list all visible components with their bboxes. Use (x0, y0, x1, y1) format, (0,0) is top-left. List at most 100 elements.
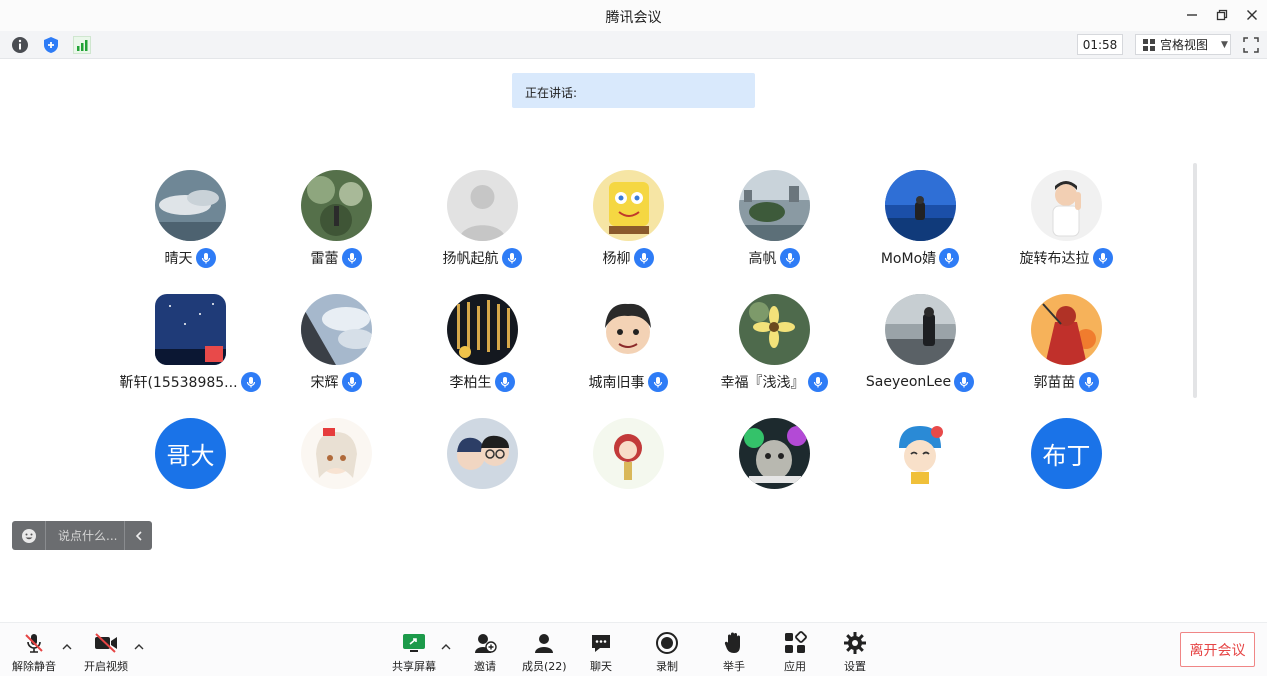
participant-tile[interactable]: 宋辉 (266, 284, 406, 392)
add-user-icon (472, 631, 498, 655)
avatar (739, 170, 810, 241)
participant-tile[interactable]: 扬帆起航 (412, 160, 552, 268)
participant-tile[interactable] (412, 408, 552, 498)
participant-tile[interactable]: 晴天 (120, 160, 260, 268)
participant-name: MoMo婧 (880, 251, 937, 267)
fullscreen-icon[interactable] (1242, 36, 1260, 54)
meeting-info-bar: 01:58 宫格视图 ▼ (0, 31, 1267, 59)
participant-name: 晴天 (164, 251, 193, 267)
apps-icon (782, 631, 808, 655)
members-button[interactable]: 成员(22) (522, 631, 567, 675)
bottom-toolbar: 解除静音 开启视频 共享屏幕 邀请 成员(22) 聊天 录制 举手 应用 设置 (0, 622, 1267, 676)
mic-icon (494, 372, 515, 392)
title-bar: 腾讯会议 (0, 0, 1267, 31)
apps-button[interactable]: 应用 (782, 631, 808, 675)
record-button[interactable]: 录制 (654, 631, 680, 675)
participant-tile[interactable] (850, 408, 990, 498)
avatar: 布丁 (1031, 418, 1102, 489)
signal-icon[interactable] (73, 36, 91, 54)
members-icon (531, 631, 557, 655)
participant-tile[interactable]: SaeyeonLee (850, 284, 990, 392)
chat-button[interactable]: 聊天 (588, 631, 614, 675)
participant-tile[interactable]: 杨柳 (558, 160, 698, 268)
participant-name: 郭苗苗 (1033, 375, 1076, 391)
participant-tile[interactable] (558, 408, 698, 498)
mic-icon (939, 248, 960, 268)
invite-button[interactable]: 邀请 (472, 631, 498, 675)
avatar (301, 418, 372, 489)
participant-tile[interactable]: 郭苗苗 (996, 284, 1136, 392)
view-label: 宫格视图 (1160, 38, 1209, 52)
leave-meeting-button[interactable]: 离开会议 (1180, 632, 1255, 667)
mic-muted-icon (21, 631, 47, 655)
participant-name: 杨柳 (602, 251, 631, 267)
participant-tile[interactable]: 哥大 (120, 408, 260, 498)
avatar (155, 170, 226, 241)
raise-hand-button[interactable]: 举手 (721, 631, 747, 675)
avatar (447, 294, 518, 365)
gear-icon (842, 631, 868, 655)
participant-name: 靳轩(15538985... (119, 375, 238, 391)
share-screen-button[interactable]: 共享屏幕 (392, 631, 436, 675)
participant-name: 幸福『浅浅』 (720, 375, 805, 391)
info-icon[interactable] (11, 36, 29, 54)
mic-icon (195, 248, 216, 268)
participant-tile[interactable]: 幸福『浅浅』 (704, 284, 844, 392)
restore-icon[interactable] (1212, 6, 1232, 24)
emoji-icon[interactable] (12, 521, 46, 550)
participant-tile[interactable] (266, 408, 406, 498)
avatar (301, 170, 372, 241)
mic-icon (1078, 372, 1099, 392)
chevron-up-icon[interactable] (133, 641, 145, 653)
participant-tile[interactable]: MoMo婧 (850, 160, 990, 268)
grid-icon (1143, 38, 1155, 51)
chat-input-pill[interactable]: 说点什么... (12, 521, 152, 550)
mic-icon (954, 372, 975, 392)
shield-icon[interactable] (42, 36, 60, 54)
mic-icon (341, 372, 362, 392)
chat-placeholder[interactable]: 说点什么... (46, 527, 124, 544)
avatar (593, 418, 664, 489)
participant-name: 扬帆起航 (442, 251, 499, 267)
avatar (593, 294, 664, 365)
chevron-up-icon[interactable] (440, 641, 452, 653)
mic-icon (779, 248, 800, 268)
participant-tile[interactable]: 靳轩(15538985... (119, 284, 261, 392)
participant-tile[interactable]: 雷蕾 (266, 160, 406, 268)
unmute-button[interactable]: 解除静音 (12, 631, 56, 675)
participant-tile[interactable]: 高帆 (704, 160, 844, 268)
window-title: 腾讯会议 (605, 10, 662, 26)
avatar (885, 294, 956, 365)
speaking-indicator: 正在讲话: (512, 73, 755, 108)
participant-tile[interactable]: 城南旧事 (558, 284, 698, 392)
avatar (1031, 170, 1102, 241)
participant-tile[interactable] (704, 408, 844, 498)
start-video-button[interactable]: 开启视频 (84, 631, 128, 675)
participant-name: 宋辉 (310, 375, 339, 391)
avatar (739, 418, 810, 489)
share-screen-icon (401, 631, 427, 655)
avatar (593, 170, 664, 241)
chevron-up-icon[interactable] (61, 641, 73, 653)
participant-tile[interactable]: 李柏生 (412, 284, 552, 392)
participant-tile[interactable]: 旋转布达拉 (996, 160, 1136, 268)
chevron-left-icon[interactable] (124, 521, 152, 550)
participant-name: 雷蕾 (310, 251, 339, 267)
avatar (301, 294, 372, 365)
participant-tile[interactable]: 布丁 (996, 408, 1136, 498)
minimize-icon[interactable] (1182, 6, 1202, 24)
close-icon[interactable] (1242, 6, 1262, 24)
settings-button[interactable]: 设置 (842, 631, 868, 675)
mic-icon (1092, 248, 1113, 268)
view-switch-button[interactable]: 宫格视图 ▼ (1135, 34, 1231, 55)
mic-icon (647, 372, 668, 392)
mic-icon (633, 248, 654, 268)
mic-icon (501, 248, 522, 268)
avatar (885, 418, 956, 489)
avatar (447, 418, 518, 489)
grid-scrollbar[interactable] (1193, 163, 1197, 398)
participant-name: 高帆 (748, 251, 777, 267)
participant-name: 旋转布达拉 (1019, 251, 1090, 267)
mic-icon (341, 248, 362, 268)
avatar (885, 170, 956, 241)
